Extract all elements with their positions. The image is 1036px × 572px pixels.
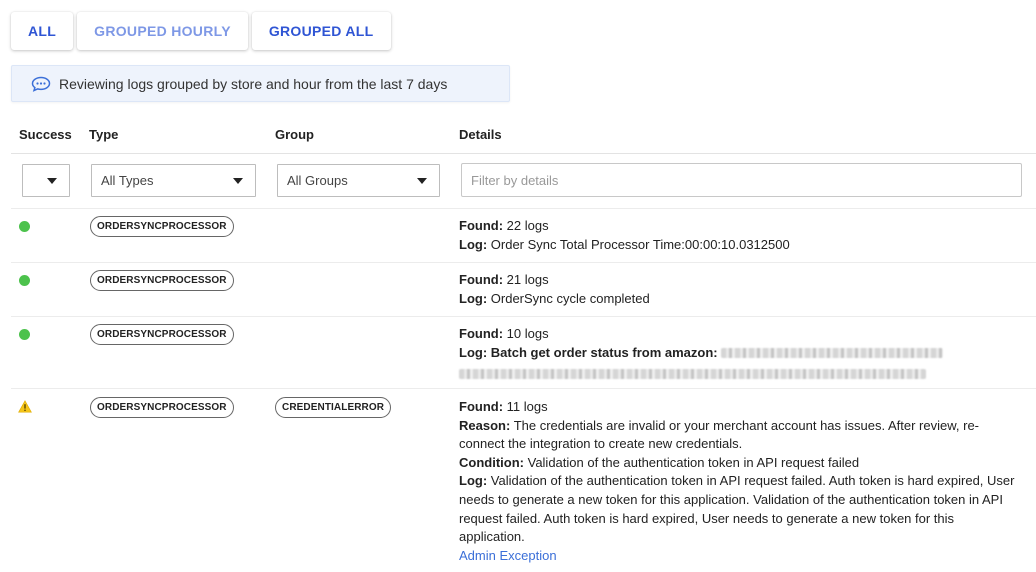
type-filter-select[interactable]: All Types: [91, 164, 256, 197]
reason-label: Reason:: [459, 417, 511, 433]
column-header-details: Details: [459, 127, 502, 142]
log-text: Order Sync Total Processor Time:00:00:10…: [490, 236, 790, 252]
condition-label: Condition:: [459, 454, 524, 470]
banner-text: Reviewing logs grouped by store and hour…: [59, 75, 448, 92]
type-badge: ORDERSYNCPROCESSOR: [90, 324, 234, 345]
chat-bubble-icon: [31, 76, 51, 92]
row-divider: [11, 262, 1036, 263]
type-badge: ORDERSYNCPROCESSOR: [90, 397, 234, 418]
log-text: OrderSync cycle completed: [490, 290, 650, 306]
found-label: Found:: [459, 326, 504, 341]
log-label: Log:: [459, 236, 488, 252]
type-badge: ORDERSYNCPROCESSOR: [90, 216, 234, 237]
log-label: Log:: [459, 290, 488, 306]
success-status-icon: [19, 275, 30, 286]
column-header-type: Type: [89, 127, 119, 142]
row-divider: [11, 316, 1036, 317]
info-banner: Reviewing logs grouped by store and hour…: [11, 65, 510, 102]
row-details: Found: 21 logs Log: OrderSync cycle comp…: [459, 271, 1019, 308]
found-label: Found:: [459, 399, 504, 414]
chevron-down-icon: [233, 178, 243, 184]
chevron-down-icon: [47, 178, 57, 184]
column-header-success: Success: [19, 127, 72, 142]
success-status-icon: [19, 329, 30, 340]
group-filter-value: All Groups: [287, 173, 348, 188]
type-filter-value: All Types: [101, 173, 154, 188]
warning-icon: [18, 400, 32, 413]
redacted-text: [459, 368, 926, 379]
row-details: Found: 10 logs Log: Batch get order stat…: [459, 325, 1019, 381]
tab-grouped-hourly[interactable]: GROUPED HOURLY: [77, 12, 248, 50]
success-filter-select[interactable]: [22, 164, 70, 197]
tab-grouped-all[interactable]: GROUPED ALL: [251, 12, 391, 50]
header-divider: [11, 153, 1036, 154]
view-tabs: ALL GROUPED HOURLY GROUPED ALL: [11, 12, 391, 50]
log-label: Log:: [459, 473, 488, 489]
found-label: Found:: [459, 218, 504, 233]
reason-text: The credentials are invalid or your merc…: [459, 417, 980, 452]
type-badge: ORDERSYNCPROCESSOR: [90, 270, 234, 291]
log-label: Log:: [459, 344, 488, 360]
column-header-group: Group: [275, 127, 314, 142]
log-text: Batch get order status from amazon:: [490, 344, 718, 360]
success-status-icon: [19, 221, 30, 232]
found-count: 11 logs: [506, 399, 548, 414]
row-divider: [11, 388, 1036, 389]
admin-exception-link[interactable]: Admin Exception: [459, 548, 557, 563]
row-details: Found: 11 logs Reason: The credentials a…: [459, 398, 1019, 565]
condition-text: Validation of the authentication token i…: [527, 454, 860, 470]
row-details: Found: 22 logs Log: Order Sync Total Pro…: [459, 217, 1019, 254]
tab-all[interactable]: ALL: [11, 12, 74, 50]
details-filter-input[interactable]: [461, 163, 1022, 197]
redacted-text: [721, 348, 944, 359]
chevron-down-icon: [417, 178, 427, 184]
group-badge: CREDENTIALERROR: [275, 397, 392, 418]
group-filter-select[interactable]: All Groups: [277, 164, 440, 197]
found-count: 10 logs: [506, 326, 549, 341]
log-text: Validation of the authentication token i…: [459, 473, 1015, 545]
row-divider: [11, 208, 1036, 209]
found-count: 22 logs: [506, 218, 549, 233]
found-count: 21 logs: [506, 272, 549, 287]
found-label: Found:: [459, 272, 504, 287]
